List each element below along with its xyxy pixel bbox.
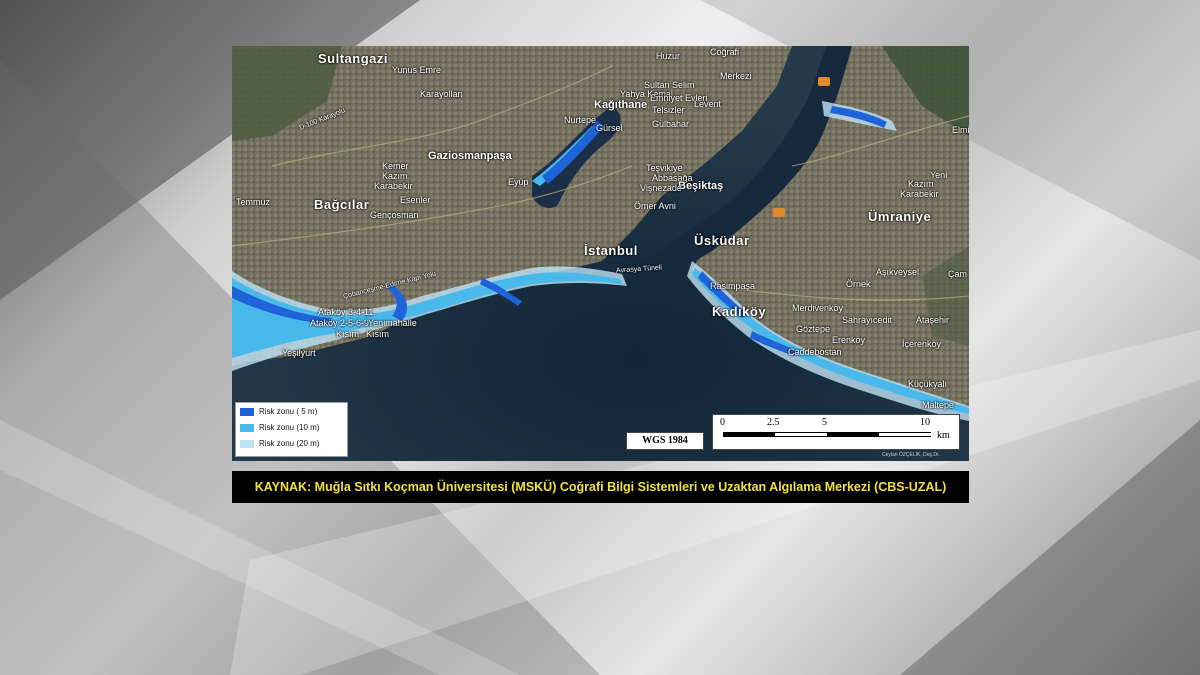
place-label: Karayolları <box>420 89 464 99</box>
place-label: İstanbul <box>584 243 638 258</box>
place-label: Yeni <box>930 170 948 180</box>
place-label: Merkezi <box>720 71 752 81</box>
place-label: Maltepe <box>922 400 955 410</box>
place-label: Kısım <box>366 329 390 339</box>
place-label: Ataköy 3-4-11. <box>318 307 376 317</box>
place-label: Ataşehir <box>916 315 950 325</box>
place-label: Huzur <box>656 51 681 61</box>
place-label: Nurtepe <box>564 115 597 125</box>
legend-label: Risk zonu ( 5 m) <box>259 407 318 416</box>
place-label: Sahrayıcedit <box>842 315 893 325</box>
place-label: Levent <box>694 99 722 109</box>
source-caption-bar: KAYNAK: Muğla Sıtkı Koçman Üniversitesi … <box>232 471 969 503</box>
legend-swatch-10m <box>240 424 254 432</box>
scale-bar: 0 2.5 5 10 km <box>712 414 960 450</box>
legend-swatch-20m <box>240 440 254 448</box>
place-label: Ataköy 2-5-6-9. <box>310 318 372 328</box>
map-slide: Sultangazi Yunus Emre Karayolları Gazios… <box>232 46 969 503</box>
legend-item: Risk zonu (10 m) <box>240 422 345 434</box>
place-label: Gürsel <box>596 123 623 133</box>
place-label: İçerenköy <box>902 339 942 349</box>
place-label: Sultan Selim <box>644 80 695 90</box>
place-label: Bağcılar <box>314 197 370 212</box>
place-label: Aşıkveysel <box>876 267 920 277</box>
place-label: Kazım <box>908 179 934 189</box>
place-label: Yeşilyurt <box>282 348 316 358</box>
datum-label: WGS 1984 <box>626 432 704 450</box>
scale-unit: km <box>937 430 950 441</box>
place-label: Kısım <box>336 329 360 339</box>
place-label: Gaziosmanpaşa <box>428 150 512 162</box>
legend-label: Risk zonu (10 m) <box>259 423 320 432</box>
map-legend: Risk zonu ( 5 m) Risk zonu (10 m) Risk z… <box>235 402 348 457</box>
place-label: Örnek <box>846 279 871 289</box>
place-label: Beşiktaş <box>678 180 724 192</box>
place-label: Gülbahar <box>652 119 690 129</box>
place-label: Temmuz <box>236 197 271 207</box>
place-label: Rasimpaşa <box>710 281 756 291</box>
place-label: Sultangazi <box>318 51 389 66</box>
place-label: Ömer Avni <box>634 201 676 211</box>
place-label: Gençosman <box>370 210 419 220</box>
place-label: Vişnezade <box>640 183 682 193</box>
map-credit: Ceylan ÖZÇELİK, Doç.Dr. <box>882 452 940 458</box>
place-label: Kazım <box>382 171 408 181</box>
place-label: Karabekir <box>900 189 939 199</box>
place-label: Kağıthane <box>594 99 648 111</box>
scale-bar-graphic <box>723 432 931 437</box>
place-label: Yenimahalle <box>368 318 417 328</box>
place-label: Erenköy <box>832 335 866 345</box>
place-label: Ümraniye <box>868 209 932 224</box>
place-label: Üsküdar <box>694 233 750 248</box>
place-label: Karabekir <box>374 181 413 191</box>
place-label: Coğrafi <box>710 47 740 57</box>
place-label: Caddebostan <box>788 347 842 357</box>
legend-label: Risk zonu (20 m) <box>259 439 320 448</box>
legend-swatch-5m <box>240 408 254 416</box>
place-label: Esenler <box>400 195 431 205</box>
place-label: Kemer <box>382 161 409 171</box>
place-label: Elmi <box>952 125 969 135</box>
place-label: Küçükyalı <box>908 379 948 389</box>
legend-item: Risk zonu (20 m) <box>240 438 345 450</box>
place-label: Teşvikiye <box>646 163 683 173</box>
place-label: Göztepe <box>796 324 831 334</box>
source-caption: KAYNAK: Muğla Sıtkı Koçman Üniversitesi … <box>254 480 947 494</box>
place-label: Merdivenköy <box>792 303 844 313</box>
place-label: Eyüp <box>508 177 529 187</box>
place-label: Çam <box>948 269 968 279</box>
place-label: Yunus Emre <box>392 65 442 75</box>
place-label: Telsizler <box>652 105 685 115</box>
place-label: Kadıköy <box>712 304 767 319</box>
tsunami-risk-map: Sultangazi Yunus Emre Karayolları Gazios… <box>232 46 969 461</box>
legend-item: Risk zonu ( 5 m) <box>240 406 345 418</box>
